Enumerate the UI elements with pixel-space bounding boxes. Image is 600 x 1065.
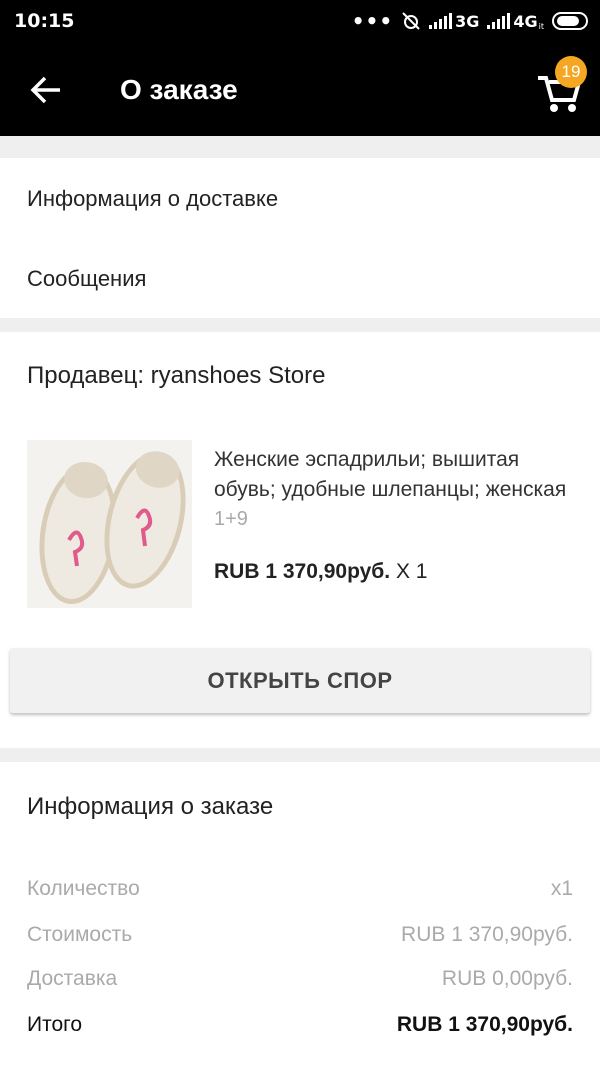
network-4g-label: 4G: [513, 11, 538, 31]
order-row-label: Количество: [27, 877, 140, 900]
signal-icon: [487, 13, 511, 29]
product-variant: 1+9: [214, 508, 248, 530]
more-dots-icon: •••: [351, 9, 394, 33]
order-info-title: Информация о заказе: [27, 793, 274, 820]
open-dispute-button[interactable]: ОТКРЫТЬ СПОР: [10, 648, 590, 713]
order-row-total: Итого RUB 1 370,90руб.: [27, 1013, 573, 1037]
order-row-label: Доставка: [27, 967, 118, 990]
delivery-info-link[interactable]: Информация о доставке: [27, 186, 278, 212]
network-4g-sub: it: [538, 21, 544, 31]
order-row-value: RUB 1 370,90руб.: [401, 923, 573, 946]
espadrille-image: [27, 440, 192, 608]
page-title: О заказе: [120, 74, 238, 105]
product-name[interactable]: Женские эспадрильи; вышитая обувь; удобн…: [214, 445, 584, 505]
order-row-value: RUB 1 370,90руб.: [396, 1013, 573, 1036]
messages-link[interactable]: Сообщения: [27, 266, 146, 292]
order-row-value: RUB 0,00руб.: [441, 967, 573, 990]
order-row-label: Итого: [27, 1013, 83, 1036]
network-3g-label: 3G: [455, 11, 480, 31]
back-arrow-icon[interactable]: [26, 70, 66, 110]
product-price: RUB 1 370,90руб. X 1: [214, 560, 428, 584]
seller-name[interactable]: Продавец: ryanshoes Store: [27, 362, 325, 390]
product-price-value: RUB 1 370,90руб.: [214, 560, 391, 583]
order-row-quantity: Количество x1: [27, 877, 573, 901]
battery-icon: [552, 12, 588, 30]
status-icons: ••• 3G 4G it: [352, 9, 588, 33]
app-bar: О заказе 19: [0, 44, 600, 136]
order-row-value: x1: [550, 877, 573, 900]
order-row-cost: Стоимость RUB 1 370,90руб.: [27, 923, 573, 947]
links-card: Информация о доставке Сообщения: [0, 158, 600, 318]
signal-icon: [429, 13, 453, 29]
product-quantity: X 1: [395, 560, 428, 583]
product-image[interactable]: [27, 440, 192, 608]
status-bar: 10:15 ••• 3G 4G it: [0, 0, 600, 44]
status-time: 10:15: [14, 10, 75, 32]
order-row-shipping: Доставка RUB 0,00руб.: [27, 967, 573, 991]
cart-count-badge: 19: [555, 56, 587, 88]
alarm-off-icon: [402, 12, 420, 30]
order-row-label: Стоимость: [27, 923, 133, 946]
